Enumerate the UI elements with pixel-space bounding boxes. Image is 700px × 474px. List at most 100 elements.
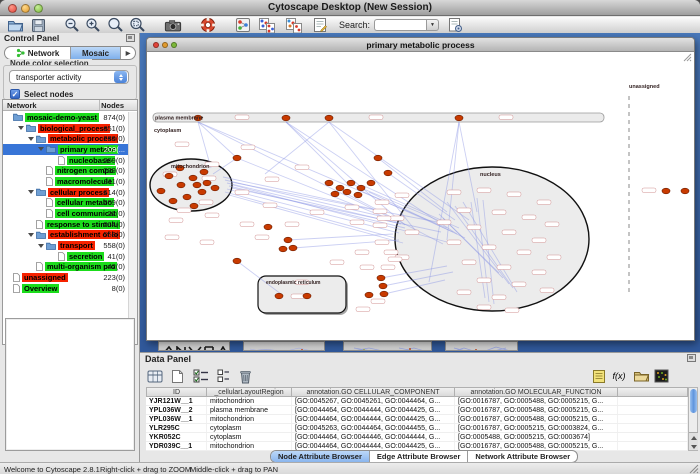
table-cell[interactable]: [618, 433, 688, 441]
column-header[interactable]: ID: [146, 387, 207, 397]
tree-row[interactable]: transport558(0): [3, 240, 128, 251]
network-node[interactable]: [343, 189, 351, 195]
network-node[interactable]: [374, 155, 382, 161]
network-node[interactable]: [165, 173, 173, 179]
tab-mosaic[interactable]: Mosaic: [71, 47, 121, 59]
table-cell[interactable]: [GO:0044464, GO:0044446, GO:0044444, G..…: [292, 433, 455, 441]
table-cell[interactable]: YJR121W__1: [146, 397, 207, 405]
tree-row[interactable]: biological_process651(0): [3, 123, 128, 134]
column-header[interactable]: _cellularLayoutRegion: [207, 387, 292, 397]
layout-right-icon[interactable]: [285, 17, 303, 33]
network-node[interactable]: [377, 275, 385, 281]
table-cell[interactable]: [GO:0016787, GO:0005488, GO:0005215, G..…: [455, 415, 618, 423]
frame-close-icon[interactable]: [153, 42, 159, 48]
save-icon[interactable]: [29, 17, 47, 33]
background-window-fragment[interactable]: [158, 341, 230, 351]
network-node[interactable]: [183, 194, 191, 200]
window-resize-grip[interactable]: [689, 464, 699, 474]
network-view-window[interactable]: primary metabolic process plasma membran…: [146, 37, 695, 341]
table-cell[interactable]: mitochondrion: [207, 442, 292, 450]
tree-scrollbar[interactable]: [128, 112, 137, 344]
table-cell[interactable]: [GO:0016787, GO:0005215, GO:0003824, G..…: [455, 424, 618, 432]
column-header[interactable]: [618, 387, 688, 397]
table-row[interactable]: YPL036W__1mitochondrion[GO:0044464, GO:0…: [146, 415, 688, 424]
annotation-page-icon[interactable]: [311, 17, 329, 33]
network-node[interactable]: [357, 185, 365, 191]
table-cell[interactable]: [GO:0016787, GO:0005488, GO:0005215, G..…: [455, 397, 618, 405]
network-node[interactable]: [264, 224, 272, 230]
table-cell[interactable]: YPL036W__2: [146, 406, 207, 414]
network-canvas[interactable]: plasma membranecytoplasmmitochondrionnuc…: [147, 52, 694, 340]
network-node[interactable]: [282, 115, 290, 121]
tab-network[interactable]: Network: [5, 47, 71, 59]
expand-arrow-icon[interactable]: [38, 147, 44, 151]
tree-row[interactable]: primary metabo209(...: [3, 144, 128, 155]
table-cell[interactable]: YKR052C: [146, 433, 207, 441]
expand-arrow-icon[interactable]: [28, 233, 34, 237]
select-attributes-icon[interactable]: [192, 367, 210, 385]
network-node[interactable]: [325, 115, 333, 121]
network-node[interactable]: [203, 180, 211, 186]
scroll-up-icon[interactable]: [689, 433, 698, 442]
maximize-window-icon[interactable]: [34, 4, 43, 13]
tree-row[interactable]: nitrogen compo209(0): [3, 165, 128, 176]
network-node[interactable]: [384, 170, 392, 176]
tree-row[interactable]: macromolecule311(0): [3, 176, 128, 187]
network-node[interactable]: [365, 292, 373, 298]
table-row[interactable]: YPL036W__2plasma membrane[GO:0044464, GO…: [146, 406, 688, 415]
tree-row[interactable]: response to stimulu264(0): [3, 219, 128, 230]
network-node[interactable]: [198, 189, 206, 195]
snapshot-camera-icon[interactable]: [164, 17, 182, 33]
float-data-panel-icon[interactable]: [687, 354, 696, 362]
network-node[interactable]: [354, 192, 362, 198]
network-node[interactable]: [325, 180, 333, 186]
background-window-fragment[interactable]: [343, 341, 432, 351]
network-node[interactable]: [303, 293, 311, 299]
zoom-out-icon[interactable]: [63, 17, 81, 33]
table-cell[interactable]: plasma membrane: [207, 406, 292, 414]
frame-minimize-icon[interactable]: [162, 42, 168, 48]
tree-row[interactable]: cellular process614(0): [3, 187, 128, 198]
background-window-fragment[interactable]: [445, 341, 518, 351]
network-node[interactable]: [367, 180, 375, 186]
attribute-editor-icon[interactable]: [590, 367, 608, 385]
open-folder-icon[interactable]: [6, 17, 24, 33]
tree-row[interactable]: cell communicat22(0): [3, 208, 128, 219]
network-node[interactable]: [331, 191, 339, 197]
network-edge[interactable]: [286, 122, 347, 183]
expand-arrow-icon[interactable]: [28, 137, 34, 141]
tree-row[interactable]: nucleobase-209(0): [3, 155, 128, 166]
close-window-icon[interactable]: [8, 4, 17, 13]
column-header[interactable]: annotation.GO MOLECULAR_FUNCTION: [455, 387, 618, 397]
table-cell[interactable]: YPL036W__1: [146, 415, 207, 423]
vizmapper-icon[interactable]: [234, 17, 252, 33]
search-dropdown-arrow[interactable]: ▼: [426, 19, 439, 31]
table-cell[interactable]: [618, 424, 688, 432]
table-cell[interactable]: [GO:0044464, GO:0044444, GO:0044425, G..…: [292, 406, 455, 414]
table-cell[interactable]: YDR039C__1: [146, 442, 207, 450]
float-panel-icon[interactable]: [126, 34, 135, 42]
table-cell[interactable]: [618, 397, 688, 405]
formula-builder-icon[interactable]: f(x): [610, 367, 628, 385]
table-cell[interactable]: [GO:0045267, GO:0045261, GO:0044464, G..…: [292, 397, 455, 405]
network-node[interactable]: [157, 188, 165, 194]
table-cell[interactable]: [GO:0005488, GO:0005215, GO:0003674]: [455, 433, 618, 441]
network-node[interactable]: [200, 169, 208, 175]
expand-arrow-icon[interactable]: [28, 190, 34, 194]
select-nodes-checkbox[interactable]: ✓: [10, 89, 20, 99]
help-lifebuoy-icon[interactable]: [199, 17, 217, 33]
network-node[interactable]: [289, 245, 297, 251]
tree-row[interactable]: multi-organism pro42(0): [3, 262, 128, 273]
attribute-table-icon[interactable]: [146, 367, 164, 385]
tree-row[interactable]: metabolic process280(0): [3, 133, 128, 144]
table-cell[interactable]: [GO:0016787, GO:0005488, GO:0005215, G..…: [455, 442, 618, 450]
network-node[interactable]: [190, 203, 198, 209]
network-edge[interactable]: [288, 234, 393, 240]
network-node[interactable]: [279, 246, 287, 252]
network-node[interactable]: [233, 155, 241, 161]
table-row[interactable]: YJR121W__1mitochondrion[GO:0045267, GO:0…: [146, 397, 688, 406]
table-cell[interactable]: YLR295C: [146, 424, 207, 432]
expand-arrow-icon[interactable]: [38, 244, 44, 248]
network-node[interactable]: [380, 291, 388, 297]
table-cell[interactable]: [GO:0044464, GO:0044444, GO:0044425, G..…: [292, 442, 455, 450]
